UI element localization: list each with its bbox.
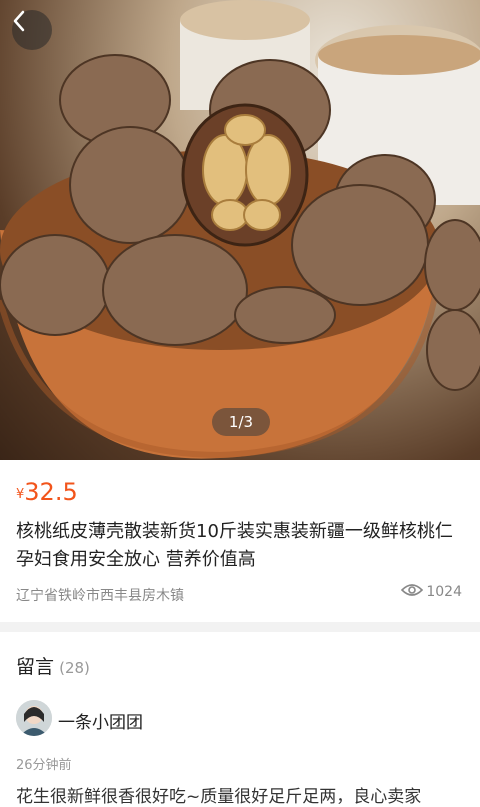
- view-count: 1024: [401, 583, 462, 601]
- back-button[interactable]: [12, 10, 52, 50]
- image-pager-indicator: 1/3: [212, 408, 270, 436]
- product-title: 核桃纸皮薄壳散装新货10斤装实惠装新疆一级鲜核桃仁孕妇食用安全放心 营养价值高: [16, 521, 453, 570]
- comment-text: 花生很新鲜很香很好吃~质量很好足斤足两，良心卖家: [16, 787, 422, 807]
- walnuts-photo: [0, 0, 480, 459]
- avatar[interactable]: [16, 700, 52, 736]
- price: ¥32.5: [16, 478, 78, 506]
- comments-header: 留言 (28): [16, 652, 90, 679]
- product-location: 辽宁省铁岭市西丰县房木镇: [16, 588, 184, 604]
- price-value: 32.5: [24, 478, 78, 506]
- comments-count: (28): [59, 659, 90, 677]
- comment-username[interactable]: 一条小团团: [58, 708, 143, 733]
- comments-section: 留言 (28) 一条小团团 26分钟前 花生很新鲜很香很好吃~质量很好足斤足两，…: [0, 632, 480, 807]
- comments-title: 留言: [16, 656, 55, 678]
- view-count-value: 1024: [426, 584, 462, 600]
- eye-icon: [401, 583, 424, 601]
- product-info: ¥32.5 核桃纸皮薄壳散装新货10斤装实惠装新疆一级鲜核桃仁孕妇食用安全放心 …: [0, 460, 480, 622]
- product-image-carousel[interactable]: 1/3: [0, 0, 480, 460]
- comment-time: 26分钟前: [16, 758, 72, 773]
- section-divider: [0, 622, 480, 632]
